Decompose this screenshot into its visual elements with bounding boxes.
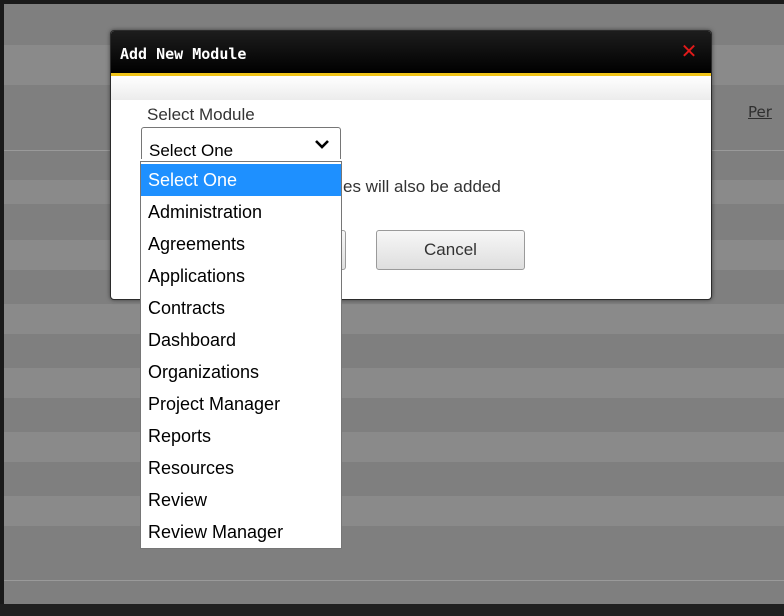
- background-row: [4, 368, 784, 398]
- module-select[interactable]: Select One: [141, 127, 341, 160]
- dropdown-option[interactable]: Contracts: [141, 292, 341, 324]
- dropdown-option[interactable]: Dashboard: [141, 324, 341, 356]
- window-frame-top: [0, 0, 784, 4]
- dependency-note: es will also be added: [343, 177, 501, 196]
- cancel-button[interactable]: Cancel: [376, 230, 525, 270]
- dropdown-option[interactable]: Agreements: [141, 228, 341, 260]
- dropdown-option[interactable]: Applications: [141, 260, 341, 292]
- dropdown-option[interactable]: Select One: [141, 164, 341, 196]
- module-dropdown-list[interactable]: Select One Administration Agreements App…: [140, 161, 342, 549]
- dialog-title: Add New Module: [120, 45, 247, 63]
- window-frame-left: [0, 0, 4, 616]
- background-link[interactable]: Per: [748, 103, 772, 121]
- dropdown-option[interactable]: Review Manager: [141, 516, 341, 548]
- close-icon[interactable]: ✕: [679, 41, 699, 61]
- background-row: [4, 432, 784, 462]
- select-module-label: Select Module: [147, 105, 255, 124]
- background-row: [4, 496, 784, 526]
- module-select-value: Select One: [149, 141, 234, 160]
- chevron-down-icon: [315, 140, 329, 149]
- dialog-header: Add New Module ✕: [111, 31, 711, 76]
- dropdown-option[interactable]: Resources: [141, 452, 341, 484]
- background-row: [4, 304, 784, 334]
- window-frame-bottom: [0, 604, 784, 616]
- dropdown-option[interactable]: Review: [141, 484, 341, 516]
- dropdown-option[interactable]: Organizations: [141, 356, 341, 388]
- background-divider: [4, 580, 784, 581]
- dropdown-option[interactable]: Project Manager: [141, 388, 341, 420]
- dropdown-option[interactable]: Administration: [141, 196, 341, 228]
- dialog-subheader-band: [111, 76, 711, 100]
- dropdown-option[interactable]: Reports: [141, 420, 341, 452]
